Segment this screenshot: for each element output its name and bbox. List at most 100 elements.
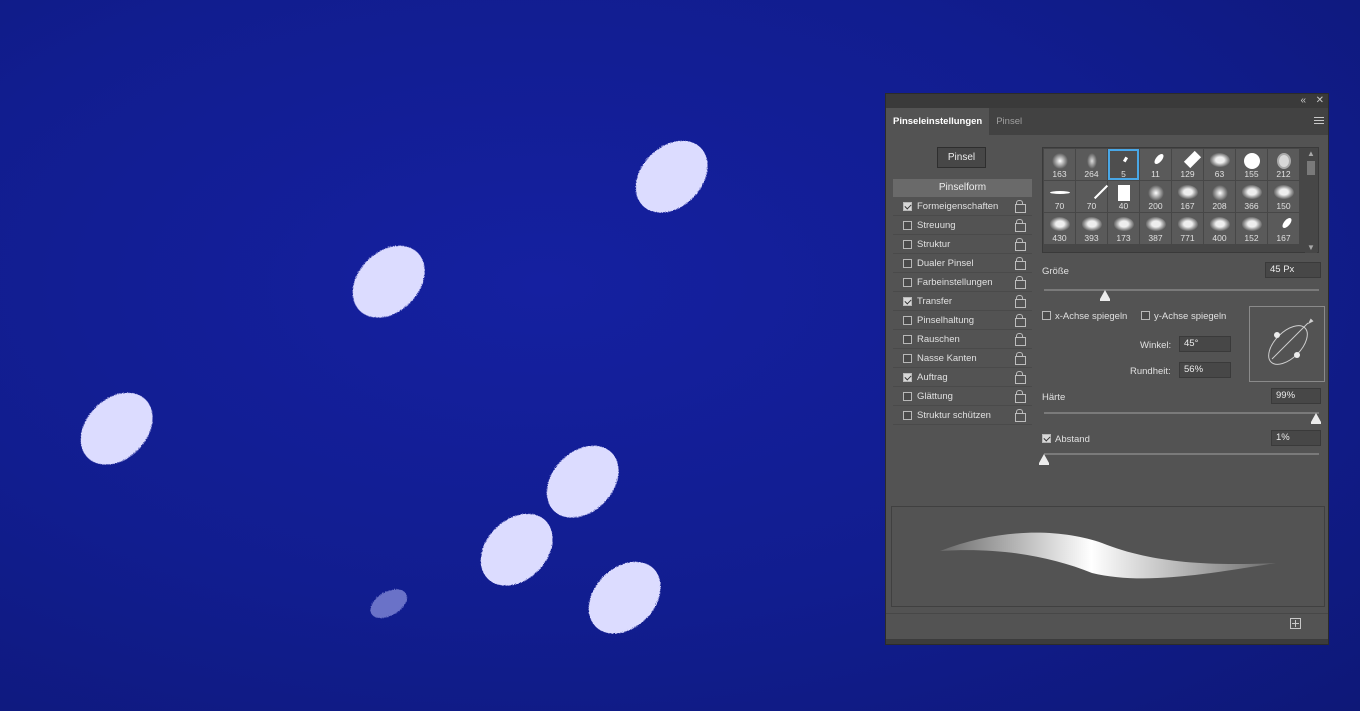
- brush-preset[interactable]: 208: [1204, 181, 1235, 212]
- brush-preset[interactable]: 11: [1140, 149, 1171, 180]
- brush-preset[interactable]: 163: [1044, 149, 1075, 180]
- brush-tip-icon: [1209, 153, 1230, 167]
- size-slider[interactable]: [1044, 289, 1319, 291]
- option-item[interactable]: Pinselhaltung: [893, 311, 1032, 330]
- option-item[interactable]: Streuung: [893, 216, 1032, 235]
- lock-icon[interactable]: [1015, 314, 1026, 327]
- brush-size-label: 155: [1244, 169, 1259, 179]
- option-item[interactable]: Struktur: [893, 235, 1032, 254]
- brush-preset[interactable]: 152: [1236, 213, 1267, 244]
- brush-preset[interactable]: 430: [1044, 213, 1075, 244]
- pinsel-button[interactable]: Pinsel: [937, 147, 986, 168]
- hardness-label: Härte: [1042, 392, 1066, 403]
- size-field[interactable]: 45 Px: [1265, 262, 1321, 278]
- option-item[interactable]: Transfer: [893, 292, 1032, 311]
- angle-roundness-widget[interactable]: [1249, 306, 1325, 382]
- new-brush-icon[interactable]: [1290, 618, 1301, 629]
- brush-preset[interactable]: 264: [1076, 149, 1107, 180]
- option-item[interactable]: Glättung: [893, 387, 1032, 406]
- brush-tip-icon: [1093, 184, 1108, 200]
- brush-preset[interactable]: 212: [1268, 149, 1299, 180]
- option-checkbox[interactable]: [903, 354, 912, 363]
- scroll-up-icon[interactable]: ▲: [1307, 150, 1315, 158]
- spacing-slider[interactable]: [1044, 453, 1319, 455]
- lock-icon[interactable]: [1015, 200, 1026, 213]
- option-checkbox[interactable]: [903, 297, 912, 306]
- option-item[interactable]: Auftrag: [893, 368, 1032, 387]
- brush-preset[interactable]: 129: [1172, 149, 1203, 180]
- option-label: Struktur schützen: [917, 410, 991, 421]
- spacing-slider-thumb[interactable]: [1039, 454, 1049, 465]
- brush-preset[interactable]: 400: [1204, 213, 1235, 244]
- hamburger-menu-icon[interactable]: [1314, 115, 1324, 125]
- lock-icon[interactable]: [1015, 295, 1026, 308]
- lock-icon[interactable]: [1015, 219, 1026, 232]
- lock-icon[interactable]: [1015, 352, 1026, 365]
- tab-pinseleinstellungen[interactable]: Pinseleinstellungen: [886, 108, 990, 135]
- option-item[interactable]: Formeigenschaften: [893, 197, 1032, 216]
- brush-tip-icon: [1243, 153, 1260, 169]
- tab-pinsel[interactable]: Pinsel: [989, 108, 1029, 135]
- option-checkbox[interactable]: [903, 411, 912, 420]
- hardness-slider-thumb[interactable]: [1311, 413, 1322, 424]
- option-item[interactable]: Dualer Pinsel: [893, 254, 1032, 273]
- size-slider-thumb[interactable]: [1099, 290, 1110, 301]
- option-item[interactable]: Rauschen: [893, 330, 1032, 349]
- brush-preset[interactable]: 150: [1268, 181, 1299, 212]
- brush-preset[interactable]: 40: [1108, 181, 1139, 212]
- flip-y-checkbox[interactable]: [1141, 311, 1150, 320]
- brush-preset[interactable]: 173: [1108, 213, 1139, 244]
- option-item[interactable]: Struktur schützen: [893, 406, 1032, 425]
- flip-x-checkbox[interactable]: [1042, 311, 1051, 320]
- brush-preset[interactable]: 167: [1172, 181, 1203, 212]
- brush-preset[interactable]: 200: [1140, 181, 1171, 212]
- hardness-field[interactable]: 99%: [1271, 388, 1321, 404]
- hardness-slider[interactable]: [1044, 412, 1319, 414]
- angle-field[interactable]: 45°: [1179, 336, 1231, 352]
- lock-icon[interactable]: [1015, 333, 1026, 346]
- lock-icon[interactable]: [1015, 409, 1026, 422]
- option-checkbox[interactable]: [903, 335, 912, 344]
- lock-icon[interactable]: [1015, 276, 1026, 289]
- brush-preset[interactable]: 393: [1076, 213, 1107, 244]
- lock-icon[interactable]: [1015, 371, 1026, 384]
- brush-preset[interactable]: 366: [1236, 181, 1267, 212]
- brush-preset[interactable]: 5: [1108, 149, 1139, 180]
- brush-preset[interactable]: 387: [1140, 213, 1171, 244]
- option-item[interactable]: Farbeinstellungen: [893, 273, 1032, 292]
- lock-icon[interactable]: [1015, 238, 1026, 251]
- panel-resize-grip[interactable]: [886, 639, 1328, 644]
- option-checkbox[interactable]: [903, 316, 912, 325]
- option-checkbox[interactable]: [903, 202, 912, 211]
- option-checkbox[interactable]: [903, 259, 912, 268]
- lock-icon[interactable]: [1015, 390, 1026, 403]
- brush-preset[interactable]: 63: [1204, 149, 1235, 180]
- brush-preset[interactable]: 70: [1076, 181, 1108, 212]
- option-checkbox[interactable]: [903, 221, 912, 230]
- option-checkbox[interactable]: [903, 373, 912, 382]
- option-item[interactable]: Nasse Kanten: [893, 349, 1032, 368]
- brush-preset[interactable]: 155: [1236, 149, 1267, 180]
- double-chevron-left-icon[interactable]: «: [1300, 95, 1306, 107]
- lock-icon[interactable]: [1015, 257, 1026, 270]
- brush-size-label: 400: [1212, 233, 1227, 243]
- brush-preset[interactable]: 771: [1172, 213, 1203, 244]
- roundness-field[interactable]: 56%: [1179, 362, 1231, 378]
- option-checkbox[interactable]: [903, 278, 912, 287]
- option-label: Streuung: [917, 220, 956, 231]
- brush-size-label: 163: [1052, 169, 1067, 179]
- brush-preset[interactable]: 167: [1268, 213, 1299, 244]
- grid-scrollbar[interactable]: ▲ ▼: [1305, 149, 1317, 253]
- brush-preset[interactable]: 70: [1044, 181, 1075, 212]
- list-header-pinselform[interactable]: Pinselform: [893, 179, 1032, 197]
- spacing-checkbox[interactable]: [1042, 434, 1051, 443]
- spacing-field[interactable]: 1%: [1271, 430, 1321, 446]
- scroll-down-icon[interactable]: ▼: [1307, 244, 1315, 252]
- option-checkbox[interactable]: [903, 240, 912, 249]
- brush-size-label: 173: [1116, 233, 1131, 243]
- option-checkbox[interactable]: [903, 392, 912, 401]
- scroll-thumb[interactable]: [1307, 161, 1315, 175]
- panel-tabs: Pinseleinstellungen Pinsel: [886, 108, 1328, 135]
- close-icon[interactable]: ✕: [1316, 95, 1324, 107]
- brush-tip-icon: [1209, 217, 1230, 231]
